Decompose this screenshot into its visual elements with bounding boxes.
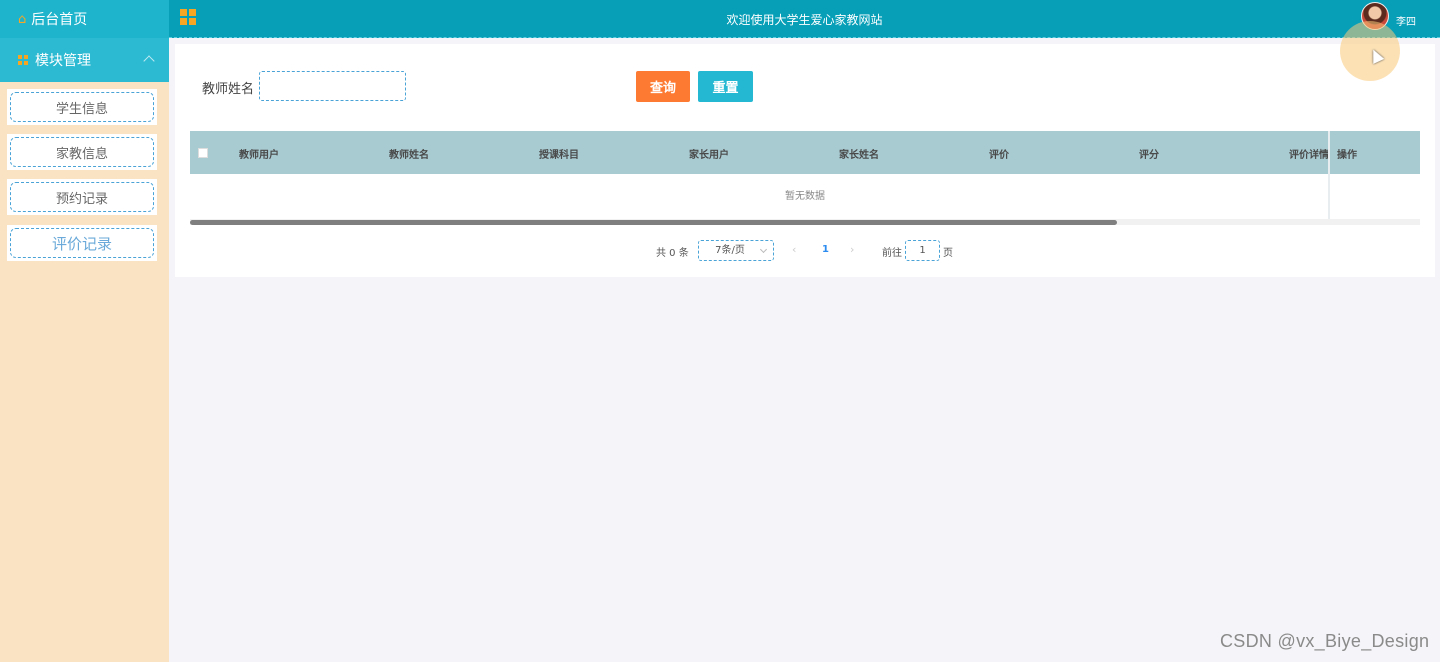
sidebar-item-booking-records[interactable]: 预约记录 — [7, 179, 157, 215]
top-header: 欢迎使用大学生爱心家教网站 李四 — [169, 0, 1440, 38]
chevron-up-icon[interactable] — [143, 55, 155, 67]
page-number-current[interactable]: 1 — [822, 244, 829, 255]
module-grid-icon — [18, 55, 28, 65]
goto-page-input[interactable]: 1 — [905, 240, 940, 261]
sidebar-item-student-info[interactable]: 学生信息 — [7, 89, 157, 125]
sidebar-home[interactable]: ⌂ 后台首页 — [0, 0, 169, 38]
sidebar-module-management[interactable]: 模块管理 — [0, 38, 169, 82]
sidebar-home-label: 后台首页 — [31, 12, 88, 28]
page-unit-label: 页 — [943, 248, 953, 259]
column-teacher-user[interactable]: 教师用户 — [239, 146, 279, 161]
page-size-select[interactable]: 7条/页 — [698, 240, 774, 261]
chevron-down-icon — [759, 245, 768, 254]
sidebar-item-label: 评价记录 — [10, 228, 154, 258]
column-actions[interactable]: 操作 — [1337, 146, 1357, 161]
column-parent-name[interactable]: 家长姓名 — [839, 146, 879, 161]
query-button[interactable]: 查询 — [636, 71, 690, 102]
prev-page-icon[interactable]: ‹ — [792, 243, 796, 256]
reset-button[interactable]: 重置 — [698, 71, 753, 102]
sidebar-item-label: 家教信息 — [10, 137, 154, 167]
column-review-detail[interactable]: 评价详情 — [1289, 146, 1329, 161]
main-panel: 教师姓名 查询 重置 教师用户 教师姓名 授课科目 家长用户 家长姓名 评价 评… — [175, 44, 1435, 277]
pagination: 共 0 条 7条/页 ‹ 1 › 前往 1 页 — [175, 240, 1435, 261]
empty-table-message: 暂无数据 — [785, 191, 825, 202]
sidebar-module-label: 模块管理 — [35, 53, 91, 69]
page-size-value: 7条/页 — [715, 245, 745, 256]
column-score[interactable]: 评分 — [1139, 146, 1159, 161]
column-teacher-name[interactable]: 教师姓名 — [389, 146, 429, 161]
sidebar-item-tutor-info[interactable]: 家教信息 — [7, 134, 157, 170]
column-parent-user[interactable]: 家长用户 — [689, 146, 729, 161]
teacher-name-input[interactable] — [259, 71, 406, 101]
username[interactable]: 李四 — [1396, 13, 1416, 28]
next-page-icon[interactable]: › — [850, 243, 854, 256]
scrollbar-thumb[interactable] — [190, 220, 1117, 225]
column-review[interactable]: 评价 — [989, 146, 1009, 161]
sidebar-item-review-records[interactable]: 评价记录 — [7, 225, 157, 261]
site-title: 欢迎使用大学生爱心家教网站 — [726, 13, 883, 27]
teacher-name-label: 教师姓名 — [202, 82, 255, 97]
sidebar-item-label: 学生信息 — [10, 92, 154, 122]
table-header: 教师用户 教师姓名 授课科目 家长用户 家长姓名 评价 评分 评价详情 操作 — [190, 131, 1420, 225]
watermark: CSDN @vx_Biye_Design — [1220, 631, 1430, 651]
sidebar: ⌂ 后台首页 模块管理 学生信息 家教信息 预约记录 评价记录 — [0, 0, 169, 662]
total-count: 共 0 条 — [656, 248, 689, 259]
sidebar-item-label: 预约记录 — [10, 182, 154, 212]
column-subject[interactable]: 授课科目 — [539, 146, 579, 161]
select-all-checkbox[interactable] — [198, 148, 208, 158]
home-icon: ⌂ — [18, 11, 27, 27]
goto-label: 前往 — [882, 248, 902, 259]
